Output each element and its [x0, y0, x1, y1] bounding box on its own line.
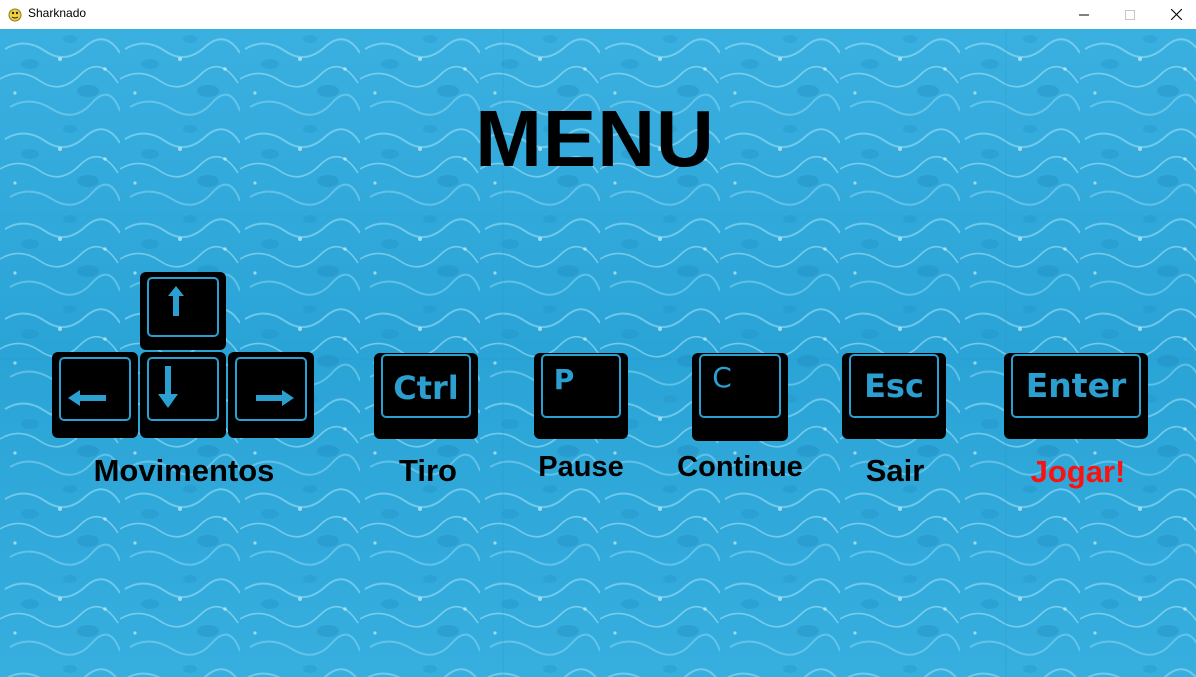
menu-title: MENU: [475, 94, 715, 183]
enter-key-icon: Enter: [1004, 353, 1148, 439]
minimize-icon: [1079, 14, 1089, 15]
close-button[interactable]: [1153, 0, 1196, 29]
svg-text:Enter: Enter: [1026, 366, 1127, 405]
game-canvas[interactable]: MENU Ctrl P C Esc Enter Movimentos Tiro …: [0, 29, 1196, 677]
p-key-icon: P: [534, 353, 628, 439]
play-button[interactable]: Jogar!: [1008, 454, 1148, 490]
up-arrow-key-icon: [140, 272, 226, 350]
down-arrow-key-icon: [140, 352, 226, 438]
right-arrow-key-icon: [228, 352, 314, 438]
c-key-icon: C: [692, 353, 788, 441]
maximize-icon: [1125, 9, 1135, 20]
label-pause: Pause: [538, 451, 624, 483]
esc-key-icon: Esc: [842, 353, 946, 439]
label-tiro: Tiro: [399, 453, 457, 488]
svg-text:P: P: [554, 363, 575, 396]
svg-text:C: C: [712, 361, 732, 394]
svg-text:Ctrl: Ctrl: [393, 369, 459, 407]
label-sair: Sair: [865, 453, 925, 488]
game-window: Sharknado MENU Ctrl P C Esc Enter Movime…: [0, 0, 1196, 677]
arrow-keys-icon: [52, 272, 314, 438]
close-icon: [1170, 9, 1182, 20]
minimize-button[interactable]: [1061, 0, 1107, 29]
window-title: Sharknado: [28, 6, 87, 20]
left-arrow-key-icon: [52, 352, 138, 438]
label-continue: Continue: [677, 451, 803, 483]
title-bar: Sharknado: [0, 0, 1196, 29]
maximize-button[interactable]: [1107, 0, 1153, 29]
pygame-snake-icon: [8, 8, 22, 22]
label-movimentos: Movimentos: [93, 453, 275, 488]
svg-text:Esc: Esc: [864, 367, 924, 405]
ctrl-key-icon: Ctrl: [374, 353, 478, 439]
